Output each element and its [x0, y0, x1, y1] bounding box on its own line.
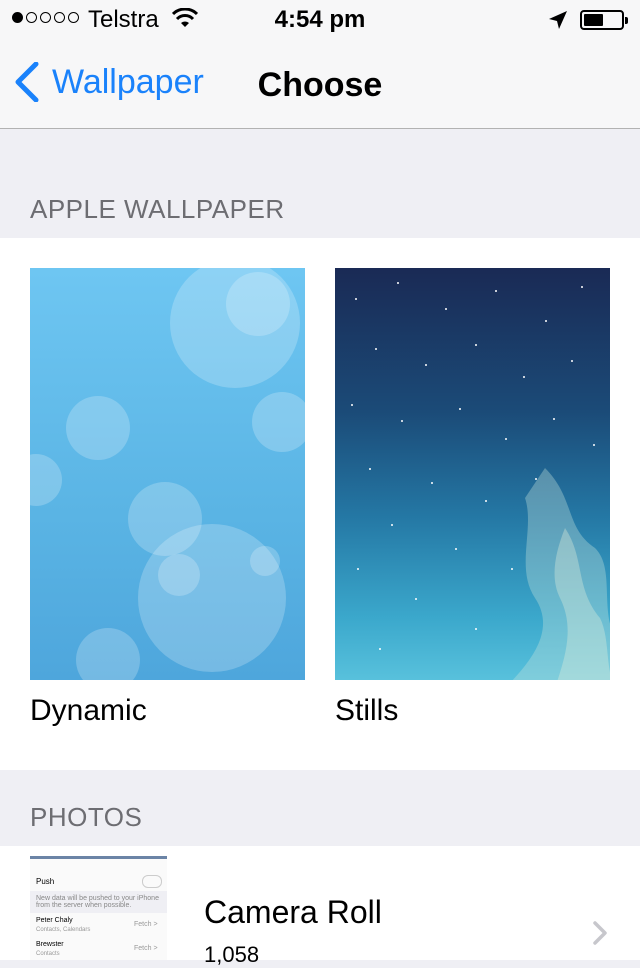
camera-roll-thumbnail: Push New data will be pushed to your iPh… [30, 856, 167, 960]
chevron-right-icon [593, 921, 607, 945]
location-arrow-icon [549, 11, 567, 29]
status-bar: Telstra 4:54 pm [0, 0, 640, 40]
apple-wallpaper-card: Dynamic Stills [0, 238, 640, 770]
clock: 4:54 pm [274, 6, 366, 33]
section-header-apple-wallpaper: APPLE WALLPAPER [30, 194, 285, 224]
camera-roll-row[interactable]: Push New data will be pushed to your iPh… [0, 846, 640, 967]
wallpaper-label-dynamic: Dynamic [30, 694, 147, 727]
page-title: Choose [257, 66, 383, 104]
navigation-bar: Wallpaper Choose [0, 40, 640, 129]
section-header-photos: PHOTOS [30, 802, 143, 832]
camera-roll-label: Camera Roll [204, 894, 382, 930]
nebula-cloud [512, 468, 610, 680]
dynamic-wallpaper-thumbnail[interactable] [30, 268, 305, 680]
battery-icon [580, 10, 628, 30]
stills-wallpaper-thumbnail[interactable] [335, 268, 610, 680]
camera-roll-count: 1,058 [204, 942, 260, 967]
wallpaper-label-stills: Stills [335, 694, 399, 727]
